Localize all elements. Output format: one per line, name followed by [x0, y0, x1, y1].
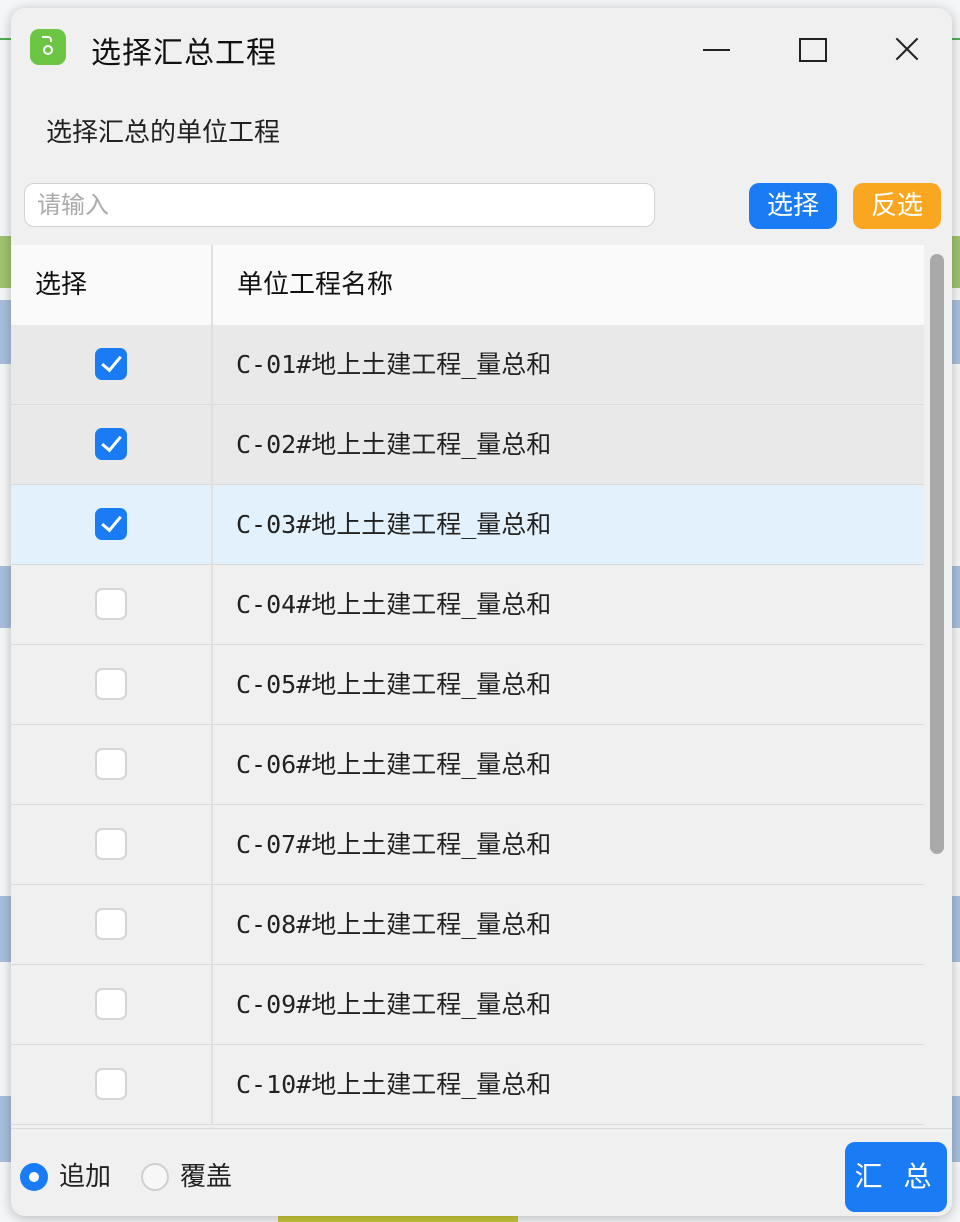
select-button[interactable]: 选择: [749, 183, 837, 229]
maximize-icon[interactable]: [793, 30, 833, 70]
project-name-cell: C-07#地上土建工程_量总和: [236, 830, 552, 859]
title-bar[interactable]: 选择汇总工程: [11, 8, 952, 88]
footer-divider: [11, 1128, 952, 1129]
project-name-cell: C-04#地上土建工程_量总和: [236, 590, 552, 619]
row-checkbox[interactable]: [95, 828, 127, 860]
column-header-name[interactable]: 单位工程名称: [237, 245, 393, 325]
column-header-select[interactable]: 选择: [35, 245, 87, 325]
search-input[interactable]: [24, 183, 655, 227]
project-table: 选择 单位工程名称 C-01#地上土建工程_量总和 C-02#地上土建工程_量总…: [11, 245, 924, 1125]
table-row[interactable]: C-01#地上土建工程_量总和: [11, 325, 924, 405]
summary-button[interactable]: 汇 总: [845, 1142, 947, 1212]
table-row[interactable]: C-08#地上土建工程_量总和: [11, 885, 924, 965]
row-checkbox[interactable]: [95, 428, 127, 460]
table-row[interactable]: C-02#地上土建工程_量总和: [11, 405, 924, 485]
table-row[interactable]: C-06#地上土建工程_量总和: [11, 725, 924, 805]
append-radio[interactable]: [20, 1163, 48, 1191]
invert-selection-button[interactable]: 反选: [853, 183, 941, 229]
overwrite-radio-label[interactable]: 覆盖: [180, 1156, 232, 1193]
column-divider: [211, 245, 213, 1125]
section-heading: 选择汇总的单位工程: [46, 118, 281, 148]
table-row[interactable]: C-04#地上土建工程_量总和: [11, 565, 924, 645]
table-row[interactable]: C-07#地上土建工程_量总和: [11, 805, 924, 885]
row-checkbox[interactable]: [95, 1068, 127, 1100]
project-name-cell: C-01#地上土建工程_量总和: [236, 350, 552, 379]
minimize-icon[interactable]: [697, 30, 737, 70]
table-row[interactable]: C-05#地上土建工程_量总和: [11, 645, 924, 725]
project-name-cell: C-08#地上土建工程_量总和: [236, 910, 552, 939]
project-name-cell: C-10#地上土建工程_量总和: [236, 1070, 552, 1099]
project-name-cell: C-09#地上土建工程_量总和: [236, 990, 552, 1019]
row-checkbox[interactable]: [95, 748, 127, 780]
summary-dialog: 选择汇总工程 选择汇总的单位工程 选择 反选 选择 单位工程名称 C-01#地上…: [11, 8, 952, 1216]
project-name-cell: C-06#地上土建工程_量总和: [236, 750, 552, 779]
append-radio-label[interactable]: 追加: [59, 1156, 111, 1193]
table-scrollbar[interactable]: [930, 254, 944, 854]
project-name-cell: C-02#地上土建工程_量总和: [236, 430, 552, 459]
row-checkbox[interactable]: [95, 348, 127, 380]
table-row[interactable]: C-03#地上土建工程_量总和: [11, 485, 924, 565]
table-row[interactable]: C-10#地上土建工程_量总和: [11, 1045, 924, 1125]
row-checkbox[interactable]: [95, 508, 127, 540]
row-checkbox[interactable]: [95, 988, 127, 1020]
overwrite-radio[interactable]: [141, 1163, 169, 1191]
table-row[interactable]: C-09#地上土建工程_量总和: [11, 965, 924, 1045]
row-checkbox[interactable]: [95, 668, 127, 700]
project-name-cell: C-05#地上土建工程_量总和: [236, 670, 552, 699]
row-checkbox[interactable]: [95, 588, 127, 620]
row-checkbox[interactable]: [95, 908, 127, 940]
dialog-title: 选择汇总工程: [91, 36, 277, 71]
project-name-cell: C-03#地上土建工程_量总和: [236, 510, 552, 539]
table-header: 选择 单位工程名称: [11, 245, 924, 326]
close-icon[interactable]: [887, 30, 927, 70]
app-logo-icon: [30, 29, 66, 65]
